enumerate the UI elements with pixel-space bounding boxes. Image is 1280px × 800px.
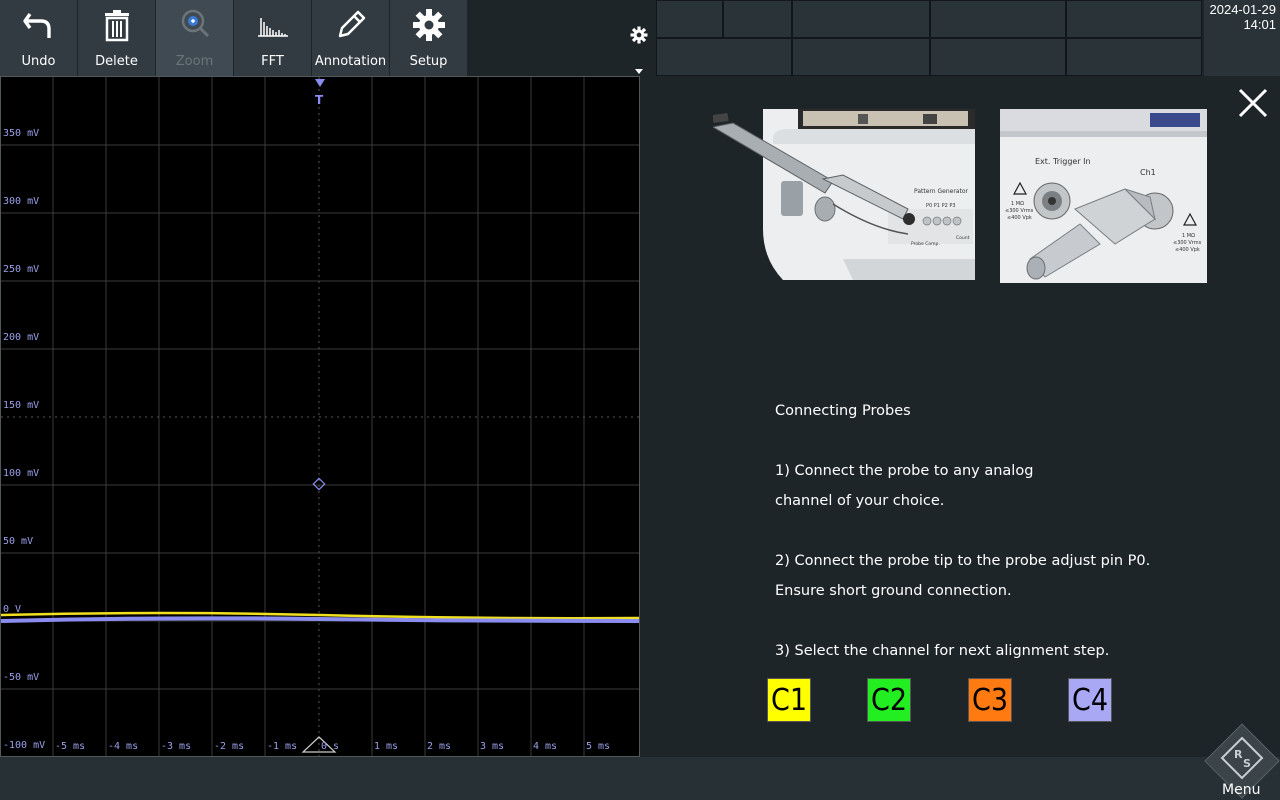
spec-right-text: ≤300 Vrms (1173, 240, 1202, 246)
channel-c2-button[interactable]: C2 (867, 678, 911, 722)
x-axis-label: 3 ms (480, 741, 505, 752)
toolbar: Undo Delete Zoom FFT Annotation Setup (0, 0, 468, 76)
signal-slot[interactable] (656, 38, 792, 76)
channel-c4-button[interactable]: C4 (1068, 678, 1112, 722)
waveform-display[interactable]: T 350 mV 300 mV 250 mV 200 mV 150 mV 100… (0, 76, 640, 757)
datetime-display: 2024-01-29 14:01 (1204, 0, 1280, 76)
fft-icon (257, 18, 288, 37)
y-axis-label: 50 mV (3, 536, 34, 547)
y-axis-label: -50 mV (3, 672, 40, 683)
pin-labels-text: P0 P1 P2 P3 (926, 203, 956, 209)
signal-slot[interactable] (792, 38, 930, 76)
zoom-icon (181, 9, 209, 38)
signal-bar (656, 0, 1202, 76)
waveform-grid: T (1, 77, 639, 756)
setup-button[interactable]: Setup (390, 0, 467, 76)
x-axis-label: 1 ms (374, 741, 399, 752)
spec-right-text: 1 MΩ (1182, 233, 1195, 239)
help-step2-line1: 2) Connect the probe tip to the probe ad… (775, 553, 1151, 569)
help-step2-line2: Ensure short ground connection. (775, 583, 1012, 599)
y-axis-label: 150 mV (3, 400, 40, 411)
y-axis-label: 350 mV (3, 128, 40, 139)
toolbar-settings-button[interactable] (624, 0, 654, 76)
x-axis-label: -1 ms (267, 741, 298, 752)
x-axis-label: 4 ms (533, 741, 558, 752)
x-axis-label: -5 ms (55, 741, 86, 752)
zoom-label: Zoom (175, 54, 214, 69)
help-text: Connecting Probes 1) Connect the probe t… (775, 396, 1195, 666)
channel-c1-button[interactable]: C1 (767, 678, 811, 722)
undo-label: Undo (21, 54, 56, 69)
probe-connection-photo: Pattern Generator P0 P1 P2 P3 Probe Comp… (713, 109, 975, 280)
spec-left-text: ≤300 Vrms (1005, 208, 1034, 214)
help-title: Connecting Probes (775, 403, 911, 419)
small-gear-icon (630, 26, 648, 44)
help-step1-line1: 1) Connect the probe to any analog (775, 463, 1034, 479)
menu-label: Menu (1222, 782, 1261, 798)
pencil-icon (338, 10, 365, 38)
undo-button[interactable]: Undo (0, 0, 77, 76)
delete-button[interactable]: Delete (78, 0, 155, 76)
y-axis-label: 300 mV (3, 196, 40, 207)
annotation-button[interactable]: Annotation (312, 0, 389, 76)
x-axis-label: -3 ms (161, 741, 192, 752)
count-text: Count (956, 235, 970, 241)
y-axis-label: -100 mV (3, 740, 46, 751)
setup-label: Setup (409, 54, 448, 69)
y-axis-label: 250 mV (3, 264, 40, 275)
ch1-text: Ch1 (1140, 168, 1156, 177)
x-axis-label: -2 ms (214, 741, 245, 752)
trash-icon (104, 10, 129, 42)
bnc-connection-photo: Ext. Trigger In Ch1 1 MΩ ≤300 Vrms ≤400 … (1000, 109, 1207, 283)
pattern-generator-text: Pattern Generator (914, 188, 968, 195)
delete-label: Delete (95, 54, 138, 69)
y-axis-label: 0 V (3, 604, 22, 615)
fft-button[interactable]: FFT (234, 0, 311, 76)
undo-icon (22, 13, 51, 38)
spec-left-text: 1 MΩ (1011, 201, 1024, 207)
date-text: 2024-01-29 (1209, 2, 1277, 17)
fft-label: FFT (261, 54, 284, 69)
x-axis-label: 2 ms (427, 741, 452, 752)
annotation-label: Annotation (314, 54, 387, 69)
channel-c3-button[interactable]: C3 (968, 678, 1012, 722)
help-step1-line2: channel of your choice. (775, 493, 945, 509)
caret-down-icon (635, 69, 643, 74)
signal-slot[interactable] (1066, 0, 1202, 38)
signal-slot[interactable] (792, 0, 930, 38)
toolbar-gap (468, 0, 624, 76)
x-axis-label: -4 ms (108, 741, 139, 752)
close-icon[interactable] (1236, 86, 1270, 120)
probe-comp-text: Probe Comp. (911, 241, 940, 247)
svg-text:S: S (1243, 757, 1251, 770)
zoom-button[interactable]: Zoom (156, 0, 233, 76)
signal-slot[interactable] (930, 38, 1066, 76)
trigger-position-marker[interactable] (315, 79, 325, 87)
signal-slot[interactable] (723, 0, 792, 38)
signal-slot[interactable] (1066, 38, 1202, 76)
y-axis-label: 100 mV (3, 468, 40, 479)
spec-left-text: ≤400 Vpk (1007, 215, 1032, 221)
time-text: 14:01 (1243, 17, 1276, 32)
svg-text:R: R (1234, 748, 1243, 761)
spec-right-text: ≤400 Vpk (1175, 247, 1200, 253)
signal-slot[interactable] (656, 0, 723, 38)
x-axis-label: 0 s (321, 741, 340, 752)
signal-slot[interactable] (930, 0, 1066, 38)
y-axis-label: 200 mV (3, 332, 40, 343)
ext-trigger-text: Ext. Trigger In (1035, 157, 1091, 166)
bottom-bar (0, 757, 1280, 800)
gear-icon (412, 9, 445, 41)
help-step3: 3) Select the channel for next alignment… (775, 643, 1110, 659)
trigger-label: T (315, 93, 324, 107)
x-axis-label: 5 ms (586, 741, 611, 752)
